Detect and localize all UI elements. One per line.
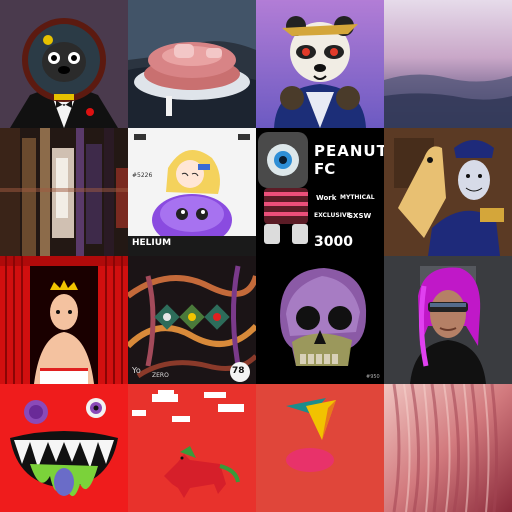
tile-pink-texture[interactable]: [384, 384, 512, 512]
tile-king-curtains[interactable]: [0, 256, 128, 384]
peanut-badge-work: Work: [316, 194, 337, 202]
nft-gallery-grid: #5226 HELIUM PEANUT FC Work MYTHICAL EXC…: [0, 0, 512, 512]
water-sculpture-image: [128, 0, 256, 128]
tile-water-sculpture[interactable]: [128, 0, 256, 128]
helium-title: HELIUM: [132, 238, 172, 248]
tile-helium-anime[interactable]: #5226 HELIUM: [128, 128, 256, 256]
peanut-number: 3000: [314, 234, 353, 250]
tile-peanut-fc[interactable]: PEANUT FC Work MYTHICAL EXCLUSIVE SXSW 3…: [256, 128, 384, 256]
tile-panda-warrior[interactable]: [256, 0, 384, 128]
tile-glitch-blur[interactable]: [0, 128, 128, 256]
abstract-shapes-image: [256, 384, 384, 512]
skull-id: #950: [366, 374, 380, 380]
pink-texture-image: [384, 384, 512, 512]
tile-purple-haze[interactable]: [384, 0, 512, 128]
tile-astronaut-panda-tuxedo[interactable]: [0, 0, 128, 128]
tile-abstract-shapes[interactable]: [256, 384, 384, 512]
purple-haze-image: [384, 0, 512, 128]
peanut-title-line2: FC: [314, 160, 336, 178]
fiery-rings-image: [128, 256, 256, 384]
cyber-girl-image: [384, 256, 512, 384]
tile-cyber-girl[interactable]: [384, 256, 512, 384]
helium-anime-image: [128, 128, 256, 256]
rings-brand: Yo: [132, 366, 141, 375]
panda-warrior-image: [256, 0, 384, 128]
king-curtains-image: [0, 256, 128, 384]
peanut-title-line1: PEANUT: [314, 142, 384, 160]
red-horse-image: [128, 384, 256, 512]
tile-iridescent-skull[interactable]: #950: [256, 256, 384, 384]
peanut-sxsw: SXSW: [348, 212, 372, 220]
peanut-badge-mythical: MYTHICAL: [340, 194, 375, 201]
skull-image: [256, 256, 384, 384]
tile-fiery-rings[interactable]: Yo ZERO 78: [128, 256, 256, 384]
rings-sub: ZERO: [152, 372, 169, 379]
peanut-exclusive: EXCLUSIVE: [314, 212, 351, 219]
tile-red-monster-face[interactable]: [0, 384, 128, 512]
helium-id: #5226: [132, 172, 153, 179]
rings-count: 78: [232, 366, 245, 376]
glitch-blur-image: [0, 128, 128, 256]
horse-knight-image: [384, 128, 512, 256]
astronaut-panda-image: [0, 0, 128, 128]
tile-red-horse-clouds[interactable]: [128, 384, 256, 512]
tile-horse-knight[interactable]: [384, 128, 512, 256]
red-monster-image: [0, 384, 128, 512]
